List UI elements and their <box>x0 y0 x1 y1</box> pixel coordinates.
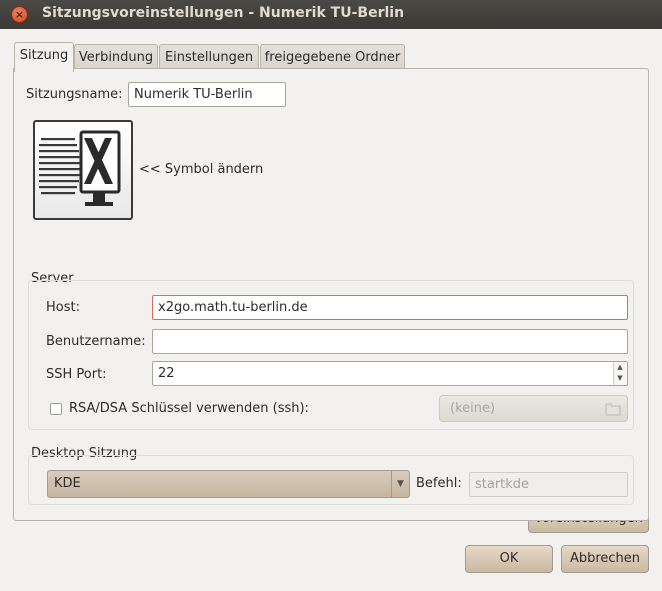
host-label: Host: <box>46 300 80 315</box>
tab-label: Sitzung <box>19 48 69 63</box>
session-type-value: KDE <box>54 476 81 491</box>
tab-sitzung[interactable]: Sitzung <box>14 42 74 72</box>
session-icon-button[interactable] <box>33 120 133 220</box>
tab-freigegebene-ordner[interactable]: freigegebene Ordner <box>260 44 405 70</box>
session-name-input[interactable] <box>128 82 286 107</box>
x2go-session-icon <box>39 130 121 206</box>
username-input[interactable] <box>152 329 628 354</box>
session-name-label: Sitzungsname: <box>26 87 123 102</box>
key-file-button[interactable]: (keine) <box>439 395 628 422</box>
key-file-value: (keine) <box>450 401 496 416</box>
folder-icon <box>605 403 621 416</box>
ok-button[interactable]: OK <box>465 545 553 573</box>
rsa-key-label: RSA/DSA Schlüssel verwenden (ssh): <box>69 401 309 416</box>
title-bar[interactable]: × Sitzungsvoreinstellungen - Numerik TU-… <box>0 0 662 29</box>
spin-up-icon[interactable]: ▲ <box>614 362 626 373</box>
username-label: Benutzername: <box>46 334 146 349</box>
window-title: Sitzungsvoreinstellungen - Numerik TU-Be… <box>42 5 405 21</box>
close-icon[interactable]: × <box>11 6 28 23</box>
spin-down-icon[interactable]: ▼ <box>614 373 626 384</box>
rsa-key-checkbox[interactable] <box>50 403 62 415</box>
cancel-button[interactable]: Abbrechen <box>561 545 649 573</box>
tab-einstellungen[interactable]: Einstellungen <box>159 44 259 70</box>
tab-label: Einstellungen <box>164 50 254 65</box>
command-label: Befehl: <box>416 476 462 491</box>
tab-label: freigegebene Ordner <box>264 50 401 65</box>
chevron-down-icon: ▼ <box>391 471 409 497</box>
tab-panel-sitzung: Sitzungsname: Numerik TU-Berlin << Symbo… <box>13 68 649 521</box>
tab-verbindung[interactable]: Verbindung <box>74 44 158 70</box>
change-icon-label[interactable]: << Symbol ändern <box>139 162 263 177</box>
ssh-port-label: SSH Port: <box>46 367 107 382</box>
dialog-window: × Sitzungsvoreinstellungen - Numerik TU-… <box>0 0 662 591</box>
host-input[interactable] <box>152 295 628 320</box>
tab-label: Verbindung <box>78 50 154 65</box>
ssh-port-input[interactable] <box>152 361 628 386</box>
session-type-select[interactable]: KDE ▼ <box>47 470 410 498</box>
ssh-port-stepper: ▲ ▼ <box>613 362 626 385</box>
dialog-body: Sitzung Verbindung Einstellungen freigeg… <box>0 29 662 591</box>
command-input[interactable] <box>469 472 628 497</box>
